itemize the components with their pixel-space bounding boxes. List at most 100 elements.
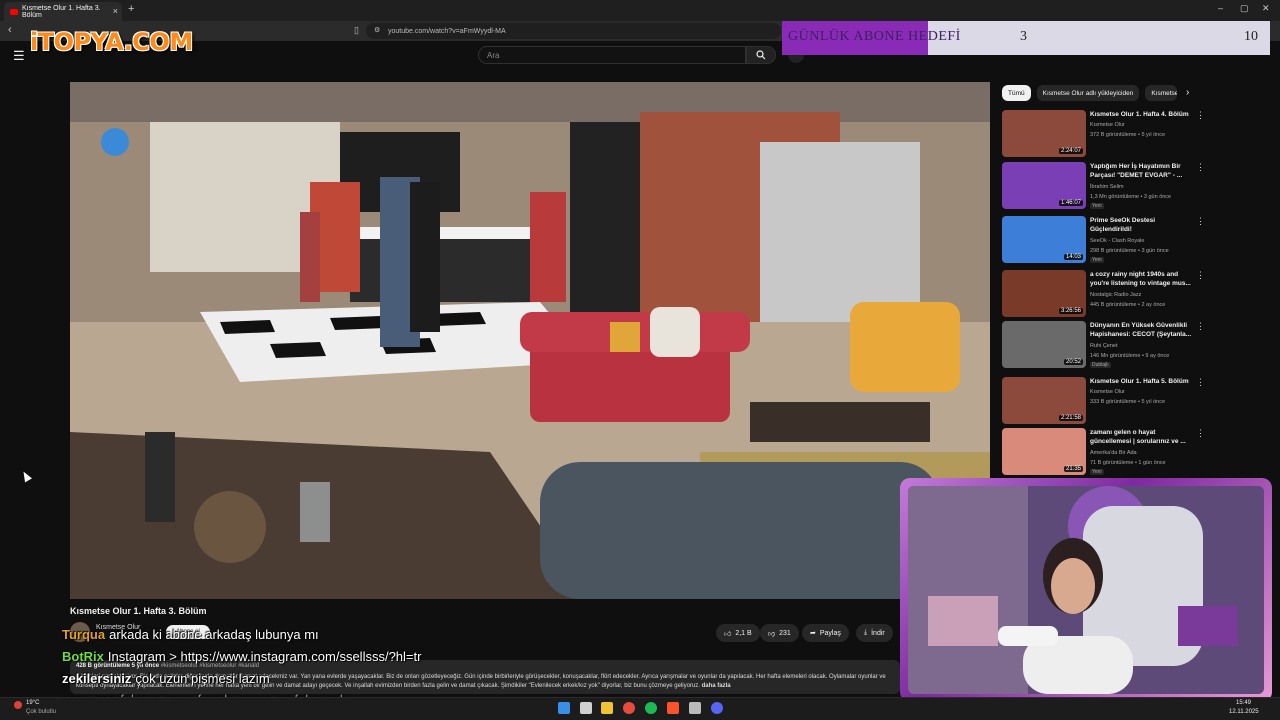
share-button[interactable]: ➦ Paylaş: [802, 624, 849, 642]
new-badge: Yeni: [1090, 469, 1104, 475]
taskbar-clock[interactable]: 15:49: [1236, 700, 1251, 706]
browser-tab[interactable]: Kısmetse Olur 1. Hafta 3. Bölüm ×: [4, 2, 122, 21]
recommendation-meta: 445 B görüntüleme • 2 ay önce: [1090, 302, 1166, 308]
brave-icon[interactable]: [667, 702, 679, 714]
like-button[interactable]: 👍︎ 2,1 B: [716, 624, 760, 642]
more-options-icon[interactable]: ⋮: [1196, 377, 1205, 388]
more-options-icon[interactable]: ⋮: [1196, 162, 1205, 173]
url-text: youtube.com/watch?v=aFmWyydl-MA: [388, 27, 506, 35]
video-title: Kısmetse Olur 1. Hafta 3. Bölüm: [70, 606, 207, 616]
recommendation-title[interactable]: Prime SeeOk Destesi Güçlendirildi!: [1090, 216, 1194, 234]
video-thumbnail[interactable]: 3:26:56: [1002, 270, 1086, 317]
discord-icon[interactable]: [711, 702, 723, 714]
tab-close-icon[interactable]: ×: [113, 6, 118, 16]
video-thumbnail[interactable]: 2:21:58: [1002, 377, 1086, 424]
recommendation-title[interactable]: Yaptığım Her İş Hayatımın Bir Parçası! "…: [1090, 162, 1194, 180]
video-player[interactable]: [70, 82, 990, 599]
chevron-right-icon[interactable]: ›: [1186, 87, 1189, 98]
video-thumbnail[interactable]: 20:52: [1002, 321, 1086, 368]
back-arrow-icon[interactable]: ‹: [8, 24, 12, 36]
dislike-button[interactable]: 👎︎ 231: [760, 624, 799, 642]
site-info-icon[interactable]: ⚙: [374, 26, 380, 34]
maximize-button[interactable]: ▢: [1240, 3, 1249, 14]
recommendation-channel[interactable]: SeeOk - Clash Royale: [1090, 238, 1144, 244]
taskbar-date[interactable]: 12.11.2025: [1229, 709, 1259, 715]
search-button[interactable]: [746, 46, 776, 64]
hamburger-menu-icon[interactable]: ☰: [13, 48, 25, 64]
taskbar: [0, 697, 1280, 720]
video-duration: 21:35: [1063, 466, 1083, 472]
recommendation-meta: 372 B görüntüleme • 5 yıl önce: [1090, 132, 1165, 138]
recommendation-title[interactable]: a cozy rainy night 1940s and you're list…: [1090, 270, 1194, 288]
recommendation-channel[interactable]: Amerika'da Bir Ada: [1090, 450, 1137, 456]
recommendation-channel[interactable]: Kısmetse Olur: [1090, 122, 1125, 128]
dubbed-badge: Dublajlı: [1090, 362, 1111, 368]
more-options-icon[interactable]: ⋮: [1196, 110, 1205, 121]
close-window-button[interactable]: ✕: [1262, 3, 1270, 14]
recommendation-meta: 146 Mn görüntüleme • 9 ay önce: [1090, 353, 1170, 359]
video-frame-scene: [70, 82, 990, 599]
video-duration: 14:03: [1063, 254, 1083, 260]
youtube-favicon-icon: [10, 8, 18, 15]
webcam-feed: [908, 486, 1264, 694]
chrome-icon[interactable]: [623, 702, 635, 714]
more-options-icon[interactable]: ⋮: [1196, 216, 1205, 227]
video-thumbnail[interactable]: 2:24:07: [1002, 110, 1086, 157]
recommendation-title[interactable]: Dünyanın En Yüksek Güvenlikli Hapishanes…: [1090, 321, 1194, 339]
file-explorer-icon[interactable]: [601, 702, 613, 714]
recommendation-meta: 71 B görüntüleme • 1 gün önce: [1090, 460, 1166, 466]
recommendation-channel[interactable]: Ruhi Çenet: [1090, 343, 1118, 349]
webcam-scene: [908, 486, 1264, 694]
spotify-icon[interactable]: [645, 702, 657, 714]
video-thumbnail[interactable]: 21:35: [1002, 428, 1086, 475]
download-button[interactable]: ⤓ İndir: [856, 624, 893, 642]
chip-from-uploader[interactable]: Kısmetse Olur adlı yükleyiciden: [1036, 85, 1140, 101]
share-icon: ➦: [810, 630, 816, 637]
recommendation-title[interactable]: Kısmetse Olur 1. Hafta 4. Bölüm: [1090, 110, 1194, 119]
video-thumbnail[interactable]: 1:46:07: [1002, 162, 1086, 209]
itopya-logo: iTOPYA.COM: [30, 28, 193, 56]
task-view-icon[interactable]: [580, 702, 592, 714]
weather-icon[interactable]: [14, 701, 22, 709]
weather-temperature[interactable]: 19°C: [26, 700, 39, 706]
tab-title: Kısmetse Olur 1. Hafta 3. Bölüm: [21, 4, 101, 19]
recommendation-item[interactable]: 1:46:07 Yaptığım Her İş Hayatımın Bir Pa…: [1002, 162, 1272, 210]
recommendation-item[interactable]: 20:52 Dünyanın En Yüksek Güvenlikli Hapi…: [1002, 321, 1272, 369]
video-thumbnail[interactable]: 14:03: [1002, 216, 1086, 263]
download-label: İndir: [871, 629, 885, 637]
new-tab-button[interactable]: +: [128, 3, 134, 15]
minimize-button[interactable]: –: [1218, 3, 1223, 13]
recommendation-item[interactable]: 3:26:56 a cozy rainy night 1940s and you…: [1002, 270, 1272, 318]
webcam-overlay: [900, 478, 1272, 702]
url-field[interactable]: ⚙ youtube.com/watch?v=aFmWyydl-MA: [366, 23, 781, 39]
download-icon: ⤓: [864, 629, 868, 636]
more-options-icon[interactable]: ⋮: [1196, 428, 1205, 439]
thumbs-up-icon: 👍︎: [724, 630, 732, 638]
recommendation-channel[interactable]: İbrahim Selim: [1090, 184, 1124, 190]
search-placeholder: Ara: [487, 50, 500, 60]
recommendation-title[interactable]: zamanı gelen o hayat güncellemesi | soru…: [1090, 428, 1194, 446]
recommendation-channel[interactable]: Kısmetse Olur: [1090, 389, 1125, 395]
obs-icon[interactable]: [689, 702, 701, 714]
bookmark-icon[interactable]: ▯: [354, 25, 359, 36]
chat-message: Turqua arkada ki abone arkadaş lubunya mı: [62, 627, 319, 642]
subscriber-goal-current: 3: [1020, 29, 1027, 44]
chat-message: BotRix Instagram > https://www.instagram.…: [62, 649, 421, 664]
recommendation-item[interactable]: 21:35 zamanı gelen o hayat güncellemesi …: [1002, 428, 1272, 476]
more-options-icon[interactable]: ⋮: [1196, 270, 1205, 281]
start-icon[interactable]: [558, 702, 570, 714]
chip-kismetse[interactable]: Kısmetse: [1145, 85, 1178, 101]
weather-description[interactable]: Çok bulutlu: [26, 709, 56, 715]
recommendation-title[interactable]: Kısmetse Olur 1. Hafta 5. Bölüm: [1090, 377, 1194, 386]
recommendation-meta: 298 B görüntüleme • 3 gün önce: [1090, 248, 1169, 254]
recommendation-item[interactable]: 2:24:07 Kısmetse Olur 1. Hafta 4. Bölüm …: [1002, 110, 1272, 158]
search-input[interactable]: Ara: [478, 46, 746, 64]
show-more-link[interactable]: daha fazla: [702, 683, 731, 689]
like-count: 2,1 B: [735, 629, 752, 637]
chip-all[interactable]: Tümü: [1002, 85, 1031, 101]
more-options-icon[interactable]: ⋮: [1196, 321, 1205, 332]
recommendation-item[interactable]: 2:21:58 Kısmetse Olur 1. Hafta 5. Bölüm …: [1002, 377, 1272, 425]
recommendation-channel[interactable]: Nostalgic Radio Jazz: [1090, 292, 1141, 298]
recommendation-item[interactable]: 14:03 Prime SeeOk Destesi Güçlendirildi!…: [1002, 216, 1272, 264]
filter-chips: Tümü Kısmetse Olur adlı yükleyiciden Kıs…: [1002, 85, 1178, 101]
